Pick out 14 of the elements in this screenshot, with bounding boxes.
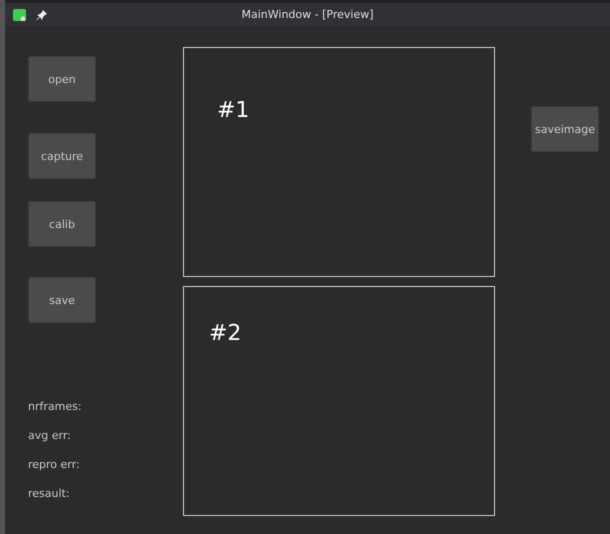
push-button[interactable]: open	[28, 56, 96, 102]
push-button[interactable]: calib	[28, 201, 96, 247]
status-label: avg err:	[28, 429, 72, 443]
status-label: resault:	[28, 487, 71, 501]
window-title: MainWindow - [Preview]	[240, 8, 374, 21]
status-label: repro err:	[28, 458, 81, 472]
app-logo-icon	[13, 8, 26, 20]
push-button[interactable]: saveimage	[531, 106, 599, 152]
push-button[interactable]: capture	[28, 133, 96, 179]
frame-label: #2	[209, 321, 242, 346]
pin-icon[interactable]	[36, 8, 48, 20]
push-button[interactable]: save	[28, 277, 96, 323]
status-label: nrframes:	[28, 400, 83, 414]
frame-label: #1	[217, 98, 250, 123]
